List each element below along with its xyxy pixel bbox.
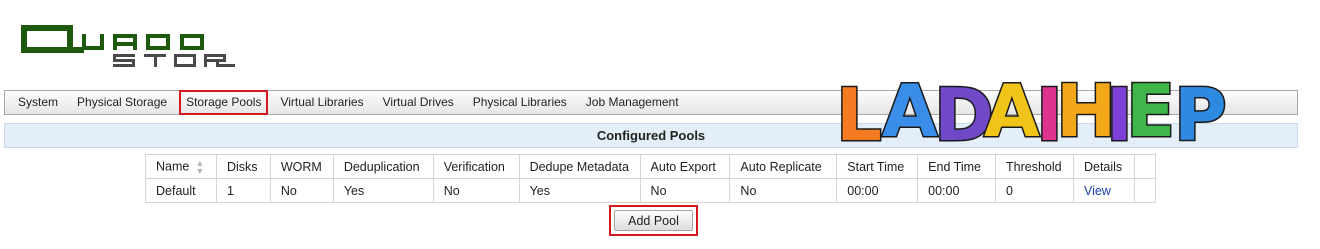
- column-header-details: Details: [1072, 154, 1135, 179]
- cell-auto-export: No: [639, 178, 731, 203]
- nav-physical-libraries[interactable]: Physical Libraries: [466, 90, 574, 115]
- section-title: Configured Pools: [4, 123, 1298, 148]
- column-header-deduplication: Deduplication: [332, 154, 434, 179]
- column-header-name[interactable]: Name ▲ ▼: [145, 154, 217, 179]
- nav-storage-pools[interactable]: Storage Pools: [179, 90, 269, 115]
- column-header-extra: [1133, 154, 1157, 179]
- column-header-threshold: Threshold: [995, 154, 1074, 179]
- column-header-dedupe-metadata: Dedupe Metadata: [518, 154, 641, 179]
- main-navbar: System Physical Storage Storage Pools Vi…: [4, 90, 1298, 115]
- nav-virtual-libraries[interactable]: Virtual Libraries: [273, 90, 370, 115]
- cell-start-time: 00:00: [836, 178, 919, 203]
- add-pool-highlight: Add Pool: [609, 205, 698, 236]
- view-link[interactable]: View: [1084, 184, 1111, 198]
- cell-end-time: 00:00: [917, 178, 997, 203]
- column-header-worm: WORM: [269, 154, 334, 179]
- add-pool-button[interactable]: Add Pool: [614, 210, 693, 231]
- column-header-start-time: Start Time: [836, 154, 919, 179]
- sort-icon[interactable]: ▲ ▼: [195, 158, 204, 175]
- cell-worm: No: [269, 178, 334, 203]
- table-row: Default 1 No Yes No Yes No No 00:00 00:0…: [145, 178, 1157, 203]
- column-header-auto-export: Auto Export: [639, 154, 731, 179]
- cell-details: View: [1072, 178, 1135, 203]
- cell-auto-replicate: No: [729, 178, 838, 203]
- cell-threshold: 0: [995, 178, 1074, 203]
- cell-verification: No: [432, 178, 520, 203]
- column-header-end-time: End Time: [917, 154, 997, 179]
- cell-deduplication: Yes: [332, 178, 434, 203]
- table-header-row: Name ▲ ▼ Disks WORM Deduplication Verifica…: [145, 154, 1157, 179]
- nav-system[interactable]: System: [11, 90, 65, 115]
- cell-disks: 1: [215, 178, 271, 203]
- nav-virtual-drives[interactable]: Virtual Drives: [376, 90, 461, 115]
- quadstor-logo: [21, 25, 235, 67]
- pools-table: Name ▲ ▼ Disks WORM Deduplication Verifica…: [145, 154, 1157, 203]
- nav-physical-storage[interactable]: Physical Storage: [70, 90, 174, 115]
- cell-name: Default: [145, 178, 217, 203]
- column-header-disks: Disks: [215, 154, 271, 179]
- column-header-verification: Verification: [432, 154, 520, 179]
- nav-job-management[interactable]: Job Management: [579, 90, 686, 115]
- cell-dedupe-metadata: Yes: [518, 178, 641, 203]
- cell-extra: [1133, 178, 1157, 203]
- column-header-auto-replicate: Auto Replicate: [729, 154, 838, 179]
